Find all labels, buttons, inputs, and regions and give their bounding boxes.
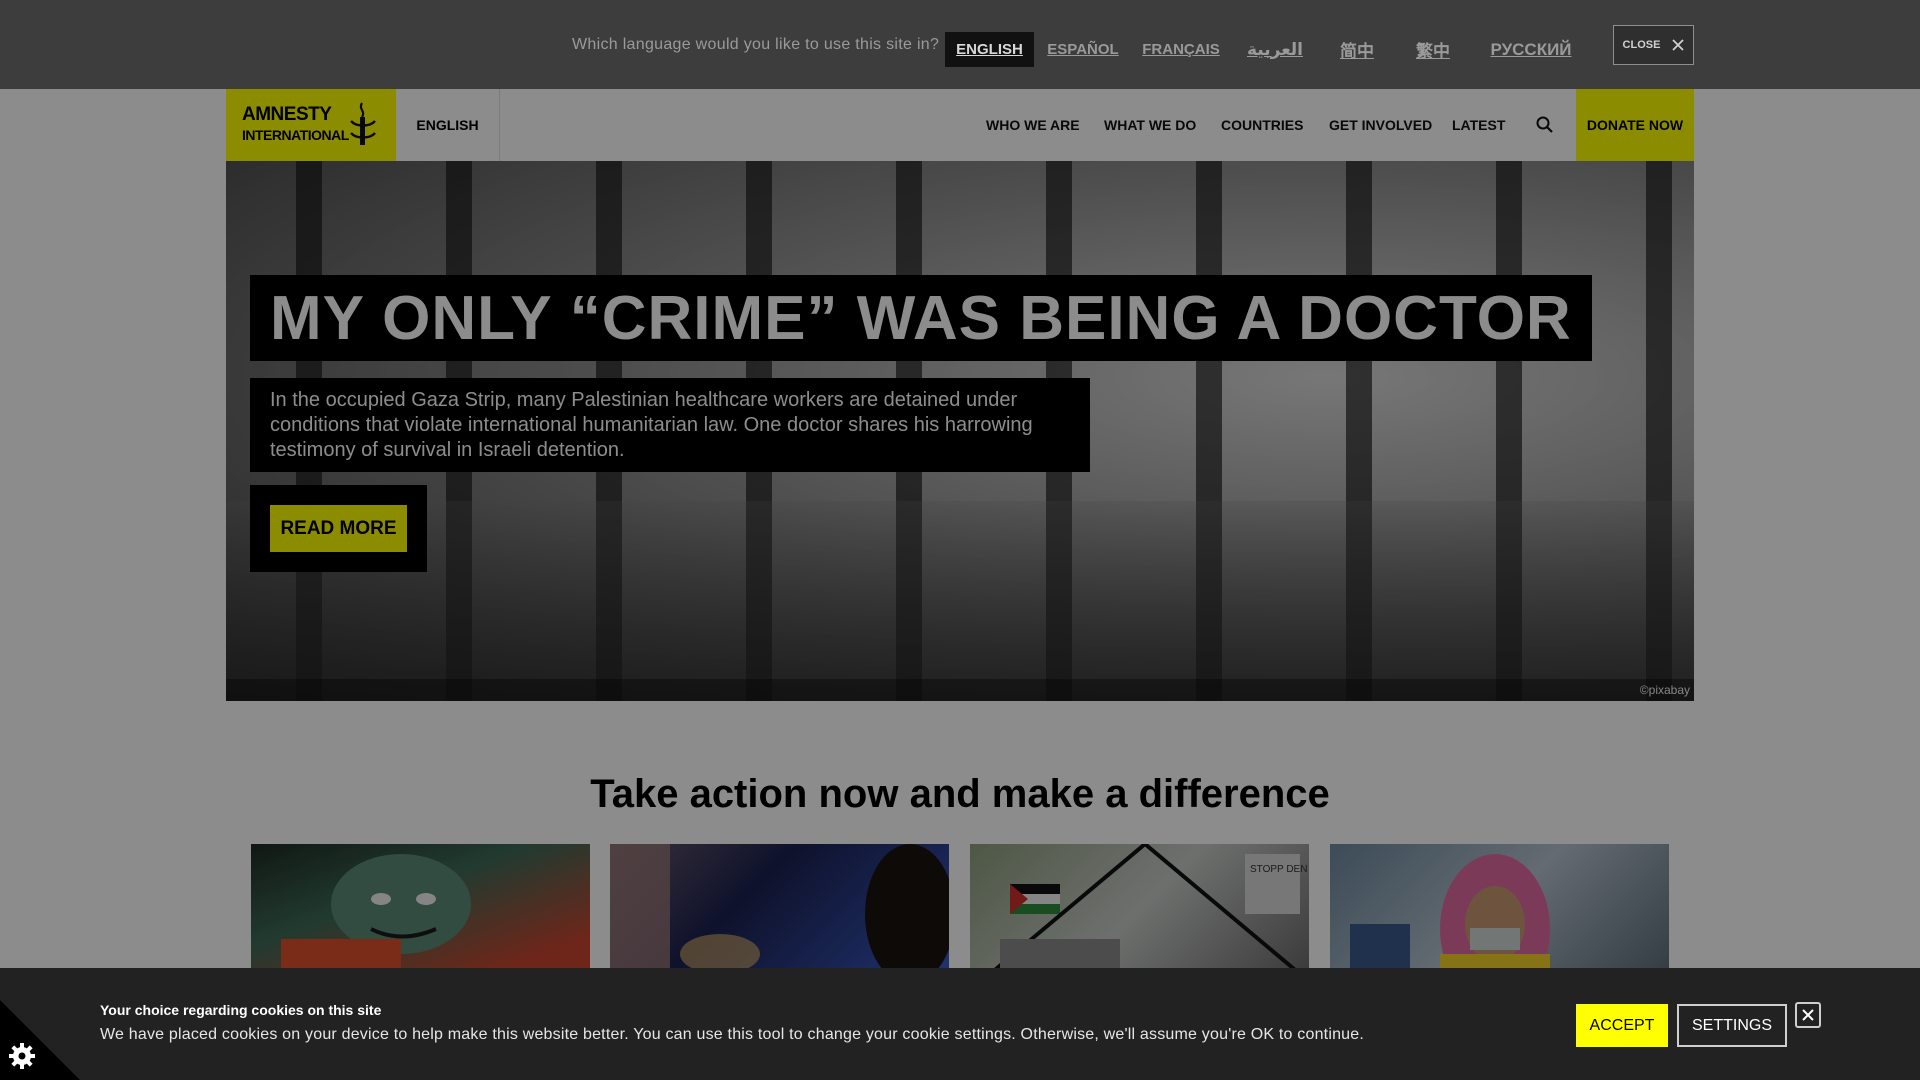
language-option-simplified-chinese[interactable]: 简中: [1330, 32, 1384, 67]
cookie-banner-text: We have placed cookies on your device to…: [100, 1026, 1365, 1043]
language-question: Which language would you like to use thi…: [572, 36, 940, 53]
cookie-banner-title: Your choice regarding cookies on this si…: [100, 1002, 382, 1018]
language-option-russian[interactable]: РУССКИЙ: [1484, 32, 1578, 67]
language-bar: Which language would you like to use thi…: [0, 0, 1920, 89]
close-icon: [1672, 39, 1685, 51]
cookie-settings-button[interactable]: SETTINGS: [1677, 1004, 1787, 1047]
language-close-button[interactable]: CLOSE: [1613, 25, 1694, 65]
page-dim-overlay: [0, 89, 1920, 1080]
cookie-banner: Your choice regarding cookies on this si…: [0, 968, 1920, 1080]
language-option-espanol[interactable]: ESPAÑOL: [1046, 32, 1120, 67]
close-label: CLOSE: [1622, 39, 1661, 51]
cookie-settings-icon[interactable]: [0, 1000, 80, 1080]
language-option-francais[interactable]: FRANÇAIS: [1142, 32, 1220, 67]
language-option-arabic[interactable]: العربية: [1244, 32, 1306, 67]
cookie-accept-button[interactable]: ACCEPT: [1576, 1004, 1668, 1047]
close-icon: [1802, 1009, 1814, 1021]
language-option-traditional-chinese[interactable]: 繁中: [1406, 32, 1460, 67]
language-option-english[interactable]: ENGLISH: [945, 32, 1034, 67]
cookie-close-button[interactable]: [1795, 1002, 1821, 1028]
